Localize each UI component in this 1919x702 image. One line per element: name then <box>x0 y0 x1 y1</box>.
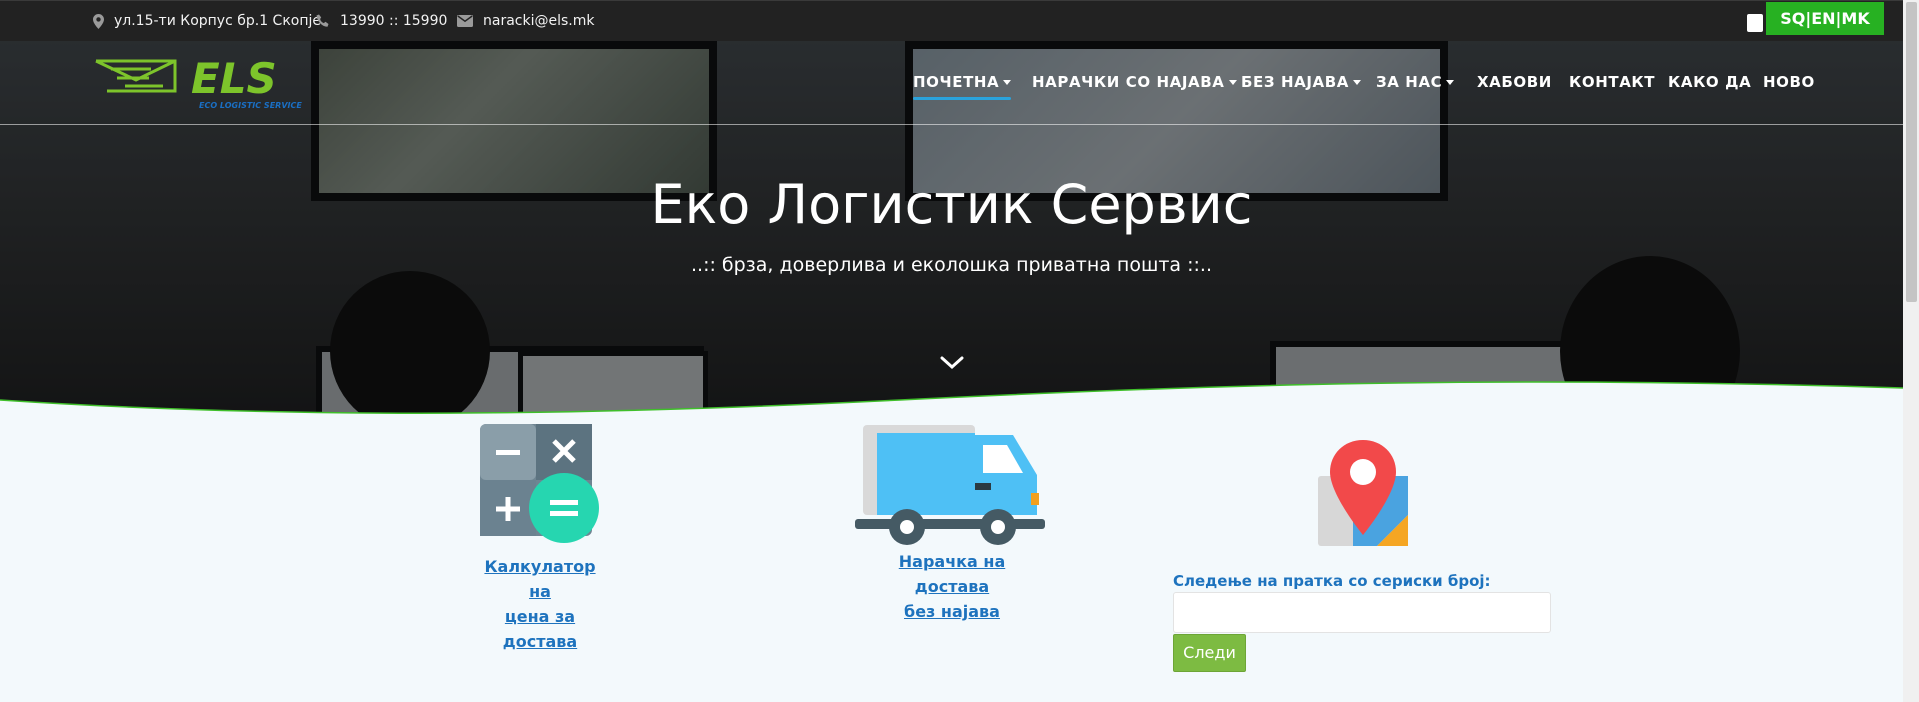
map-marker-icon <box>93 13 104 29</box>
wave-divider <box>0 381 1903 430</box>
nav-item-naracki-so-najava[interactable]: НАРАЧКИ СО НАЈАВА <box>1032 73 1237 91</box>
delivery-link-line: Нарачка на достава <box>898 552 1006 596</box>
hero-subtitle: ..:: брза, доверлива и еколошка приватна… <box>690 254 1212 276</box>
tracking-number-input[interactable] <box>1173 592 1551 633</box>
calculator-link[interactable]: Калкулатор на цена за достава <box>473 554 607 654</box>
email-info[interactable]: naracki@els.mk <box>457 13 594 29</box>
calculator-icon[interactable] <box>478 424 603 544</box>
nav-item-kako-da[interactable]: КАКО ДА <box>1668 73 1751 91</box>
nav-item-label: КОНТАКТ <box>1569 73 1656 91</box>
nav-item-label: НОВО <box>1763 73 1815 91</box>
map-pin-icon <box>1318 440 1408 546</box>
language-switcher[interactable]: SQ|EN|MK <box>1766 2 1884 35</box>
address-text: ул.15-ти Корпус бр.1 Скопје <box>114 13 322 29</box>
delivery-order-link[interactable]: Нарачка на достава без најава <box>860 549 1044 624</box>
facebook-icon[interactable] <box>1747 14 1763 32</box>
nav-divider <box>0 124 1903 125</box>
nav-item-kontakt[interactable]: КОНТАКТ <box>1569 73 1655 91</box>
caret-down-icon <box>1228 79 1237 85</box>
caret-down-icon <box>1003 79 1012 85</box>
logo-tagline: ECO LOGISTIC SERVICE <box>199 101 302 110</box>
delivery-truck-icon[interactable] <box>855 423 1047 546</box>
track-button[interactable]: Следи <box>1173 634 1246 672</box>
envelope-icon <box>457 15 473 27</box>
calculator-link-line: Калкулатор на <box>484 557 596 601</box>
caret-down-icon <box>1352 79 1361 85</box>
nav-item-pocetna[interactable]: ПОЧЕТНА <box>913 73 1012 100</box>
nav-item-label: БЕЗ НАЈАВА <box>1241 73 1349 91</box>
nav-item-label: КАКО ДА <box>1668 73 1752 91</box>
hero-title: Еко Логистик Сервис <box>650 173 1253 236</box>
calculator-link-line: цена за <box>504 607 576 626</box>
nav-item-habovi[interactable]: ХАБОВИ <box>1477 73 1552 91</box>
top-contact-bar: ул.15-ти Корпус бр.1 Скопје 13990 :: 159… <box>0 0 1903 41</box>
phone-icon <box>316 14 329 27</box>
nav-item-za-nas[interactable]: ЗА НАС <box>1376 73 1455 91</box>
nav-item-label: НАРАЧКИ СО НАЈАВА <box>1032 73 1225 91</box>
address-info: ул.15-ти Корпус бр.1 Скопје <box>93 13 321 29</box>
nav-item-bez-najava[interactable]: БЕЗ НАЈАВА <box>1241 73 1361 91</box>
caret-down-icon <box>1446 79 1455 85</box>
delivery-link-line: без најава <box>904 602 1000 621</box>
phone-info[interactable]: 13990 :: 15990 <box>316 13 447 29</box>
scrollbar-thumb[interactable] <box>1906 2 1917 302</box>
calculator-link-line: достава <box>502 632 578 651</box>
logo-wordmark: ELS <box>191 56 277 103</box>
nav-item-novo[interactable]: НОВО <box>1763 73 1815 91</box>
nav-item-label: ЗА НАС <box>1376 73 1443 91</box>
nav-item-label: ПОЧЕТНА <box>913 73 1000 91</box>
els-logo[interactable]: ELS ECO LOGISTIC SERVICE <box>93 56 303 112</box>
phone-text: 13990 :: 15990 <box>340 13 448 29</box>
nav-item-label: ХАБОВИ <box>1477 73 1552 91</box>
email-text: naracki@els.mk <box>483 13 595 29</box>
tracking-label: Следење на пратка со сериски број: <box>1173 572 1491 590</box>
chevron-down-icon[interactable] <box>940 355 964 371</box>
